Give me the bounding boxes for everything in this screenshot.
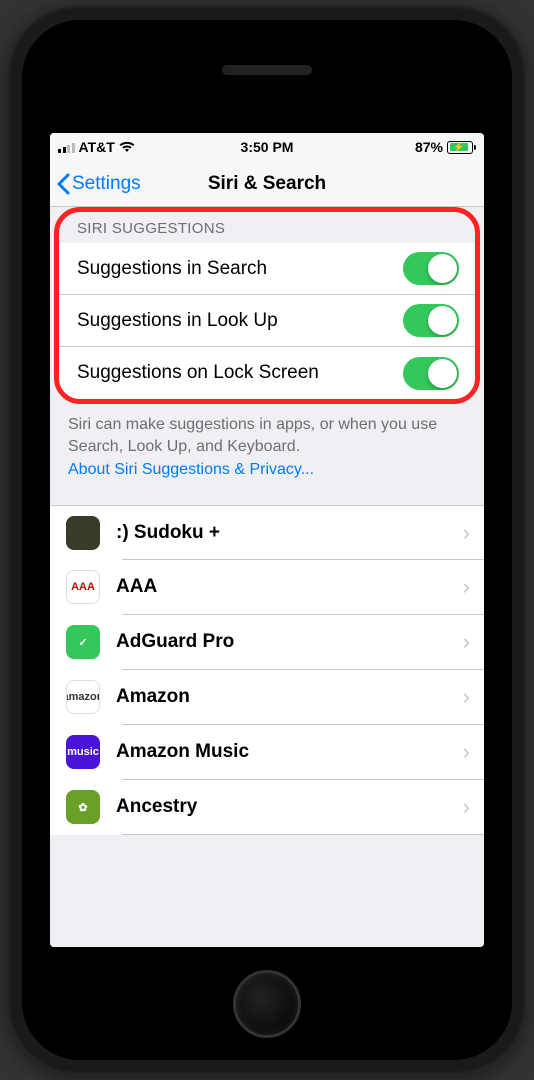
app-icon: ✿ — [66, 790, 100, 824]
chevron-right-icon: › — [463, 739, 470, 765]
home-button[interactable] — [233, 970, 301, 1038]
row-suggestions-search[interactable]: Suggestions in Search — [59, 243, 475, 295]
app-label: AdGuard Pro — [116, 631, 463, 653]
app-label: Ancestry — [116, 796, 463, 818]
charging-icon: ⚡ — [453, 143, 464, 152]
screen: AT&T 3:50 PM 87% ⚡ Se — [50, 133, 484, 947]
app-row[interactable]: :) Sudoku +› — [50, 505, 484, 560]
app-label: Amazon Music — [116, 741, 463, 763]
status-bar: AT&T 3:50 PM 87% ⚡ — [50, 133, 484, 161]
section-header: SIRI SUGGESTIONS — [59, 212, 475, 243]
toggle-switch[interactable] — [403, 304, 459, 337]
app-icon: music — [66, 735, 100, 769]
section-footer: Siri can make suggestions in apps, or wh… — [50, 404, 484, 499]
chevron-left-icon — [56, 173, 70, 195]
app-row[interactable]: music Amazon Music› — [50, 725, 484, 780]
privacy-link[interactable]: About Siri Suggestions & Privacy... — [68, 459, 466, 481]
row-suggestions-lookup[interactable]: Suggestions in Look Up — [59, 295, 475, 347]
speaker-grille — [222, 65, 312, 75]
app-row[interactable]: ✿ Ancestry› — [50, 780, 484, 835]
app-icon: ✓ — [66, 625, 100, 659]
carrier-label: AT&T — [79, 139, 115, 155]
footer-text: Siri can make suggestions in apps, or wh… — [68, 416, 437, 455]
content[interactable]: SIRI SUGGESTIONS Suggestions in Search S… — [50, 207, 484, 947]
app-row[interactable]: amazon Amazon› — [50, 670, 484, 725]
row-label: Suggestions on Lock Screen — [77, 362, 403, 384]
app-label: Amazon — [116, 686, 463, 708]
row-suggestions-lockscreen[interactable]: Suggestions on Lock Screen — [59, 347, 475, 399]
battery-percent: 87% — [415, 139, 443, 155]
row-label: Suggestions in Look Up — [77, 310, 403, 332]
phone-inner: AT&T 3:50 PM 87% ⚡ Se — [22, 20, 512, 1060]
toggle-switch[interactable] — [403, 357, 459, 390]
row-label: Suggestions in Search — [77, 258, 403, 280]
app-icon: amazon — [66, 680, 100, 714]
status-right: 87% ⚡ — [415, 139, 476, 155]
chevron-right-icon: › — [463, 574, 470, 600]
chevron-right-icon: › — [463, 794, 470, 820]
chevron-right-icon: › — [463, 520, 470, 546]
app-label: AAA — [116, 576, 463, 598]
toggle-switch[interactable] — [403, 252, 459, 285]
nav-bar: Settings Siri & Search — [50, 161, 484, 207]
chevron-right-icon: › — [463, 629, 470, 655]
phone-frame: AT&T 3:50 PM 87% ⚡ Se — [7, 5, 527, 1075]
wifi-icon — [119, 141, 135, 153]
app-icon: AAA — [66, 570, 100, 604]
battery-icon: ⚡ — [447, 141, 476, 154]
app-row[interactable]: AAAAAA› — [50, 560, 484, 615]
app-row[interactable]: ✓ AdGuard Pro› — [50, 615, 484, 670]
highlight-annotation: SIRI SUGGESTIONS Suggestions in Search S… — [54, 207, 480, 404]
signal-icon — [58, 141, 75, 153]
status-left: AT&T — [58, 139, 135, 155]
back-button[interactable]: Settings — [56, 173, 141, 195]
chevron-right-icon: › — [463, 684, 470, 710]
apps-group: :) Sudoku +›AAAAAA›✓AdGuard Pro›amazonAm… — [50, 505, 484, 835]
back-label: Settings — [72, 173, 141, 195]
app-icon — [66, 516, 100, 550]
app-label: :) Sudoku + — [116, 522, 463, 544]
